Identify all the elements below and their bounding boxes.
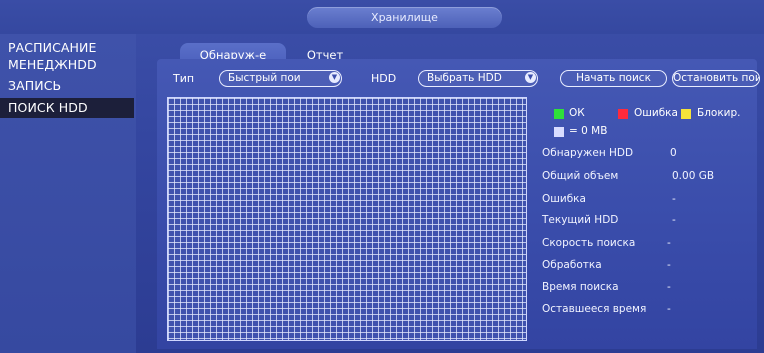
sidebar: РАСПИСАНИЕ МЕНЕДЖHDD ЗАПИСЬ ПОИСК HDD	[0, 34, 136, 353]
hdd-select-value: Выбрать HDD	[427, 72, 502, 84]
stat-error-value: -	[672, 193, 676, 205]
legend-error-label: Ошибка	[634, 107, 678, 119]
legend-ok-swatch	[554, 109, 564, 119]
stat-total-size-label: Общий объем	[542, 170, 619, 182]
stat-current-hdd-label: Текущий HDD	[542, 214, 619, 226]
legend-error-swatch	[618, 109, 628, 119]
legend-ok-label: ОК	[569, 107, 585, 119]
stat-current-hdd-value: -	[672, 214, 676, 226]
window-title: Хранилище	[307, 7, 502, 28]
sidebar-item-record[interactable]: ЗАПИСЬ	[8, 78, 61, 93]
legend-block-size-label: = 0 MB	[569, 125, 608, 137]
stat-detected-hdd-label: Обнаружен HDD	[542, 147, 634, 159]
stat-total-size-value: 0.00 GB	[672, 170, 715, 182]
stat-remaining-time-value: -	[667, 303, 671, 315]
legend-block-size-swatch	[554, 127, 564, 137]
sidebar-item-hdd-manager[interactable]: МЕНЕДЖHDD	[8, 57, 97, 72]
hdd-label: HDD	[371, 72, 397, 85]
stat-error-label: Ошибка	[542, 193, 586, 205]
disk-block-grid	[167, 97, 527, 341]
start-search-button[interactable]: Начать поиск	[560, 70, 667, 87]
chevron-down-icon: ▼	[329, 72, 340, 83]
stat-processing-label: Обработка	[542, 259, 602, 271]
chevron-down-icon: ▼	[525, 72, 536, 83]
stop-search-button[interactable]: Остановить поиск	[672, 70, 760, 87]
type-label: Тип	[173, 72, 195, 85]
stat-search-speed-value: -	[667, 237, 671, 249]
type-select[interactable]: Быстрый пои ▼	[219, 70, 342, 87]
stat-remaining-time-label: Оставшееся время	[542, 303, 647, 315]
stat-processing-value: -	[667, 259, 671, 271]
stat-search-time-value: -	[667, 281, 671, 293]
type-select-value: Быстрый пои	[228, 72, 301, 84]
sidebar-item-hdd-search[interactable]: ПОИСК HDD	[0, 98, 134, 118]
title-bar: Хранилище	[0, 0, 764, 34]
legend-blocked-swatch	[681, 109, 691, 119]
sidebar-item-schedule[interactable]: РАСПИСАНИЕ	[8, 40, 97, 55]
stat-detected-hdd-value: 0	[670, 147, 677, 159]
stat-search-time-label: Время поиска	[542, 281, 619, 293]
hdd-select[interactable]: Выбрать HDD ▼	[418, 70, 538, 87]
stat-search-speed-label: Скорость поиска	[542, 237, 636, 249]
legend-blocked-label: Блокир.	[697, 107, 741, 119]
